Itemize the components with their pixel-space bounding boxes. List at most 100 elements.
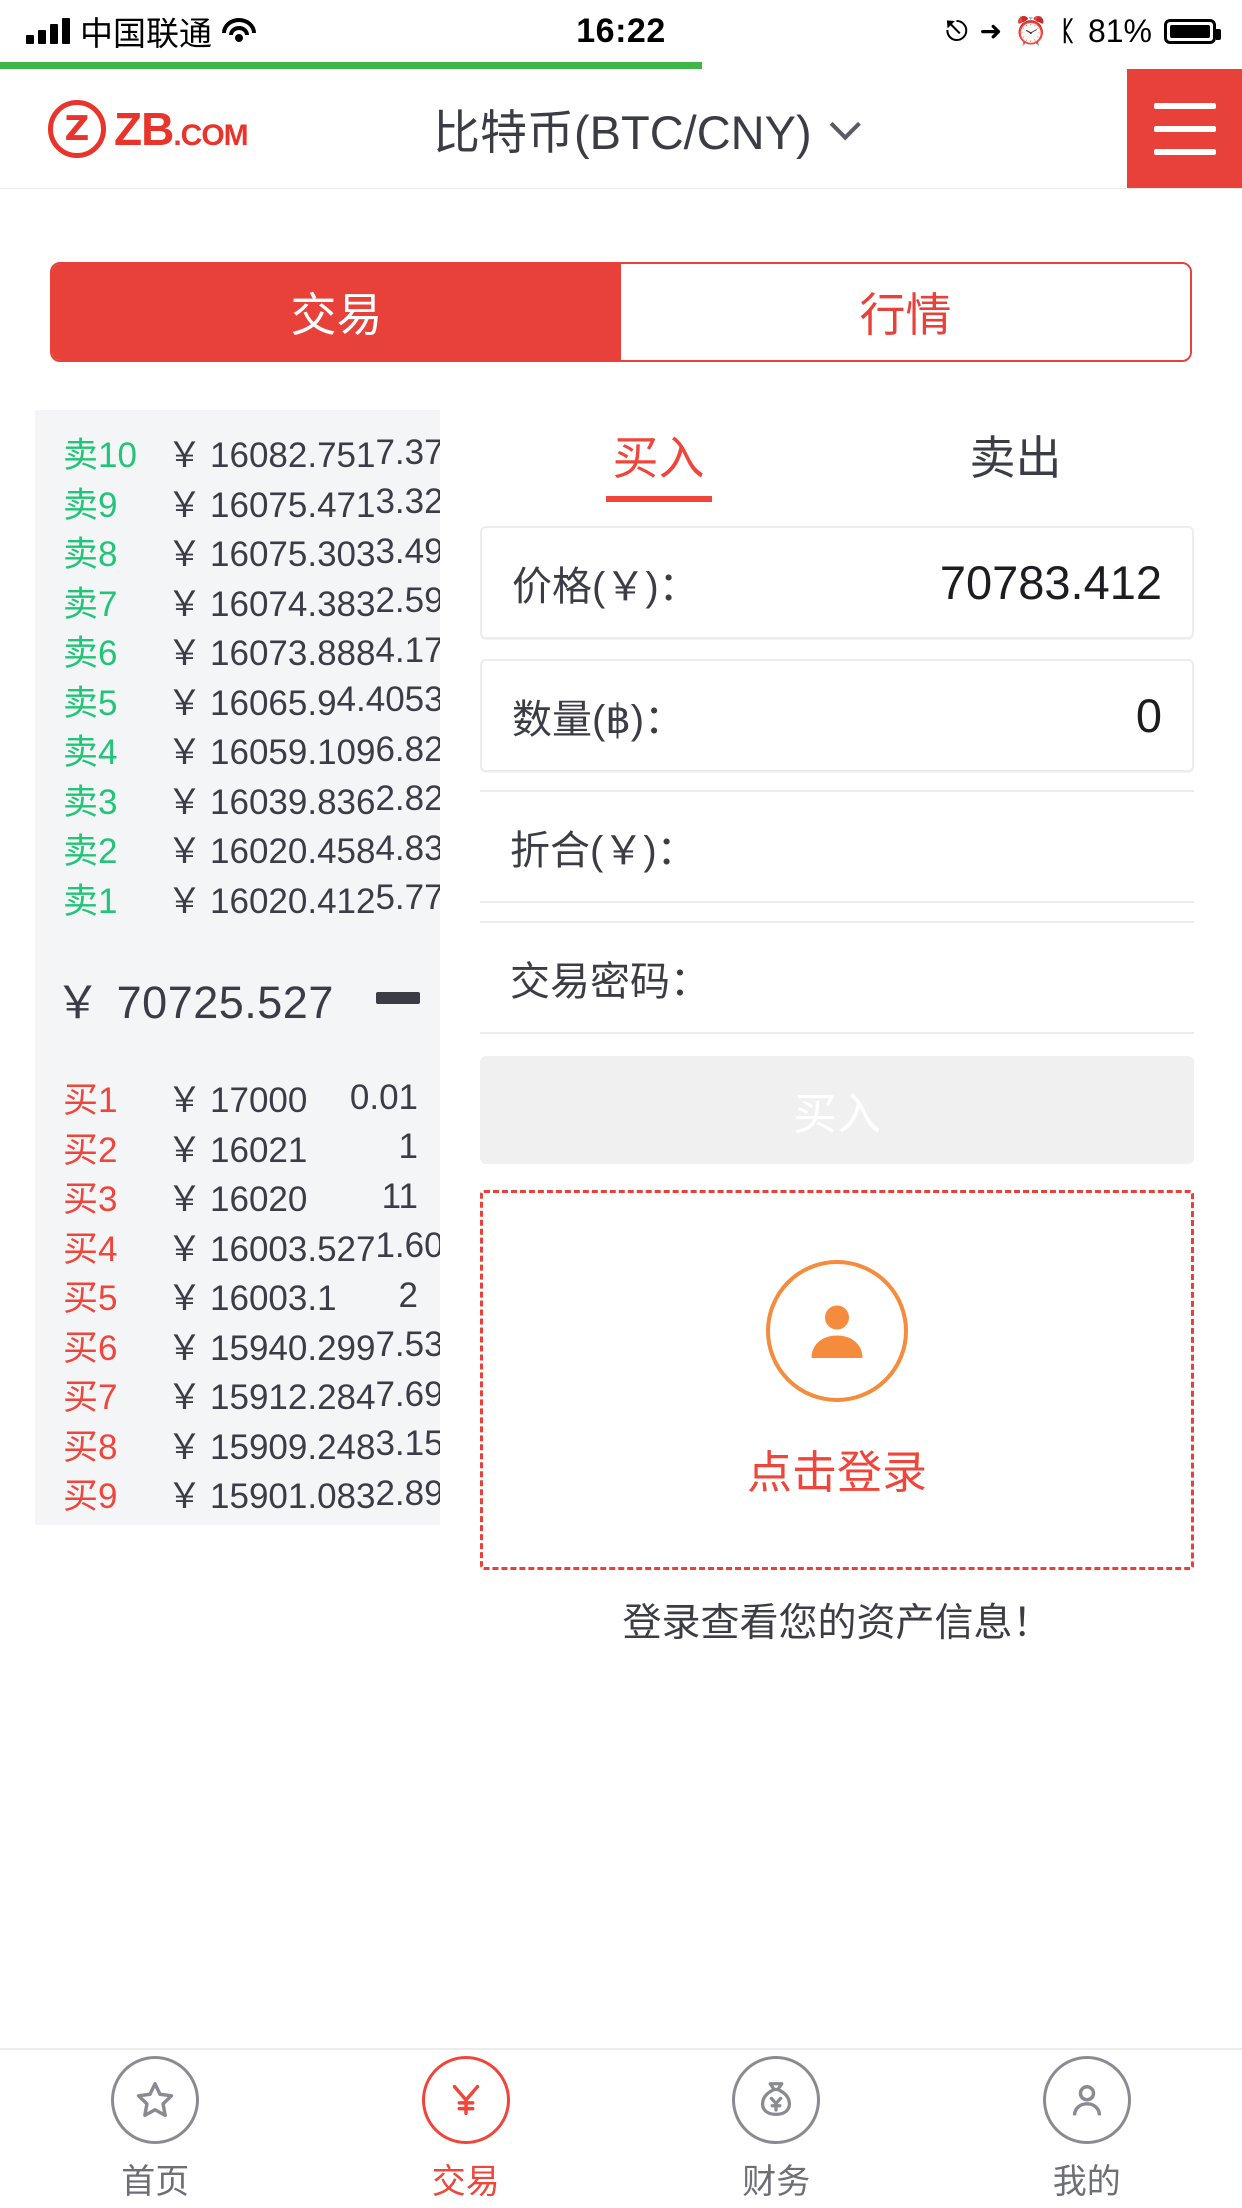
- order-book-row[interactable]: 买5 ￥ 16003.1 2: [35, 1271, 440, 1321]
- order-book-amount: 11: [381, 1176, 418, 1216]
- order-book-price: ￥ 16003.1: [167, 1279, 337, 1319]
- order-book-row[interactable]: 卖4 ￥16059.1096.8205: [35, 725, 440, 775]
- order-book-tag: 买7: [63, 1378, 118, 1418]
- price-field[interactable]: 价格(￥)： 70783.412: [480, 526, 1194, 639]
- nav-item-home[interactable]: 首页: [0, 2050, 311, 2208]
- nav-label-finance: 财务: [742, 2162, 811, 2201]
- order-book-price: ￥ 15901.083: [167, 1477, 376, 1517]
- pair-title-label: 比特币(BTC/CNY): [433, 106, 812, 159]
- order-book-row[interactable]: 卖5 ￥ 16065.9 4.4053: [35, 676, 440, 726]
- order-book-row[interactable]: 买6 ￥15940.2997.5381: [35, 1321, 440, 1371]
- order-book-tag: 卖9: [63, 485, 118, 525]
- nav-item-finance[interactable]: 财务: [621, 2050, 932, 2208]
- nav-item-mine[interactable]: 我的: [932, 2050, 1242, 2208]
- order-book-price: ￥ 16074.383: [167, 584, 376, 624]
- login-prompt-box[interactable]: 点击登录: [480, 1190, 1194, 1570]
- status-bar-right: ⎋ ➜ ⏰ ᛕ 81%: [946, 13, 1221, 50]
- nav-label-mine: 我的: [1052, 2162, 1121, 2201]
- order-book-tag: 买1: [63, 1081, 118, 1121]
- order-book-price: ￥ 16020: [167, 1180, 308, 1220]
- hamburger-line: [1153, 148, 1216, 155]
- order-book-amount: 2.5972: [375, 581, 440, 621]
- order-book-row[interactable]: 买9 ￥15901.0832.892: [35, 1469, 440, 1519]
- side-tab-bar: 买入 卖出: [480, 410, 1194, 506]
- order-book-row[interactable]: 买2 ￥ 16021 1: [35, 1123, 440, 1173]
- order-book-amount: 0.01: [349, 1077, 418, 1117]
- trade-password-label: 交易密码：: [510, 959, 710, 1004]
- order-book-row[interactable]: 卖10 ￥16082.7517.3711: [35, 428, 440, 478]
- order-book-tag: 卖3: [63, 782, 118, 822]
- order-book-row[interactable]: 买7 ￥15912.2847.6921: [35, 1370, 440, 1420]
- trade-password-field[interactable]: 交易密码：: [480, 921, 1194, 1034]
- order-book-price: ￥ 15912.284: [167, 1378, 376, 1418]
- bid-list: 买1 ￥ 17000 0.01 买2 ￥ 16021 1 买3 ￥ 16020 11 买4 ￥ 16003.…: [35, 1073, 440, 1519]
- nav-item-trade[interactable]: 交易: [311, 2050, 622, 2208]
- order-book-amount: 7.3711: [375, 432, 440, 472]
- hamburger-line: [1153, 102, 1216, 109]
- order-book-amount: 4.4053: [336, 680, 440, 720]
- order-book-row[interactable]: 卖7 ￥16074.3832.5972: [35, 577, 440, 627]
- order-book-row[interactable]: 买8 ￥15909.2483.1511: [35, 1420, 440, 1470]
- hamburger-menu-button[interactable]: [1127, 69, 1242, 188]
- star-icon: [111, 2055, 200, 2144]
- order-book-tag: 买5: [63, 1279, 118, 1319]
- location-arrow-icon: ➜: [979, 15, 1003, 46]
- total-field: 折合(￥)：: [480, 790, 1194, 903]
- order-book-amount: 6.8205: [375, 729, 440, 769]
- order-book-amount: 3.1511: [375, 1424, 440, 1464]
- last-price-row: ￥ 70725.527: [35, 923, 440, 1073]
- order-book-row[interactable]: 卖9 ￥16075.4713.3256: [35, 478, 440, 528]
- order-book-row[interactable]: 卖6 ￥16073.8884.1798: [35, 626, 440, 676]
- tab-trade[interactable]: 交易: [52, 264, 621, 360]
- app-header: Z ZB.COM 比特币(BTC/CNY): [0, 69, 1242, 189]
- tab-market[interactable]: 行情: [621, 264, 1190, 360]
- bottom-nav-bar: 首页 交易 财务 我的: [0, 2048, 1242, 2208]
- price-value[interactable]: 70783.412: [699, 555, 1162, 610]
- order-book-row[interactable]: 卖3 ￥16039.8362.8245: [35, 775, 440, 825]
- submit-buy-button[interactable]: 买入: [480, 1056, 1194, 1164]
- zb-logo[interactable]: Z ZB.COM: [0, 69, 249, 188]
- order-book-amount: 2.892: [375, 1473, 440, 1513]
- order-book-tag: 卖8: [63, 535, 118, 575]
- order-book-amount: 2.8245: [375, 779, 440, 819]
- last-price-value: ￥ 70725.527: [55, 976, 334, 1028]
- order-book-row[interactable]: 买1 ￥ 17000 0.01: [35, 1073, 440, 1123]
- order-book-tag: 卖5: [63, 683, 118, 723]
- app-screen: 中国联通 16:22 ⎋ ➜ ⏰ ᛕ 81% Z ZB.COM 比特币(BTC/…: [0, 0, 1242, 2208]
- order-book-tag: 卖7: [63, 584, 118, 624]
- bluetooth-icon: ᛕ: [1059, 15, 1076, 46]
- tab-sell[interactable]: 卖出: [837, 410, 1194, 506]
- page-load-progress: [0, 62, 702, 69]
- order-book-tag: 卖1: [63, 881, 118, 921]
- alarm-clock-icon: ⏰: [1014, 15, 1048, 46]
- amount-value[interactable]: 0: [684, 688, 1162, 743]
- hamburger-line: [1153, 125, 1216, 132]
- order-book: 卖10 ￥16082.7517.3711 卖9 ￥16075.4713.3256 卖8 ￥…: [35, 410, 440, 1525]
- order-book-row[interactable]: 卖8 ￥16075.3033.4927: [35, 527, 440, 577]
- order-book-tag: 买4: [63, 1229, 118, 1269]
- order-book-amount: 3.3256: [375, 482, 440, 522]
- order-book-row[interactable]: 买4 ￥16003.5271.6033: [35, 1222, 440, 1272]
- nav-label-home: 首页: [121, 2162, 190, 2201]
- order-book-price: ￥ 16021: [167, 1130, 308, 1170]
- zb-logo-mark-icon: Z: [48, 99, 106, 158]
- order-book-amount: 5.7725: [375, 878, 440, 918]
- order-book-row[interactable]: 卖2 ￥16020.4584.838: [35, 824, 440, 874]
- pair-selector[interactable]: 比特币(BTC/CNY): [248, 69, 1127, 188]
- order-book-price: ￥ 17000: [167, 1081, 308, 1121]
- order-book-amount: 3.4927: [375, 531, 440, 571]
- order-book-tag: 买3: [63, 1180, 118, 1220]
- amount-field[interactable]: 数量(฿)： 0: [480, 659, 1194, 772]
- order-book-amount: 4.1798: [375, 630, 440, 670]
- order-book-amount: 1: [398, 1127, 418, 1167]
- order-book-row[interactable]: 卖1 ￥16020.4125.7725: [35, 874, 440, 924]
- main-tab-bar: 交易 行情: [50, 262, 1192, 362]
- tab-buy[interactable]: 买入: [480, 410, 837, 506]
- order-book-price: ￥ 16020.458: [167, 832, 376, 872]
- order-book-price: ￥ 15940.299: [167, 1328, 376, 1368]
- order-book-tag: 买9: [63, 1477, 118, 1517]
- order-book-row[interactable]: 买3 ￥ 16020 11: [35, 1172, 440, 1222]
- order-book-tag: 卖2: [63, 832, 118, 872]
- order-book-price: ￥ 16059.109: [167, 733, 376, 773]
- login-link-label[interactable]: 点击登录: [747, 1436, 927, 1501]
